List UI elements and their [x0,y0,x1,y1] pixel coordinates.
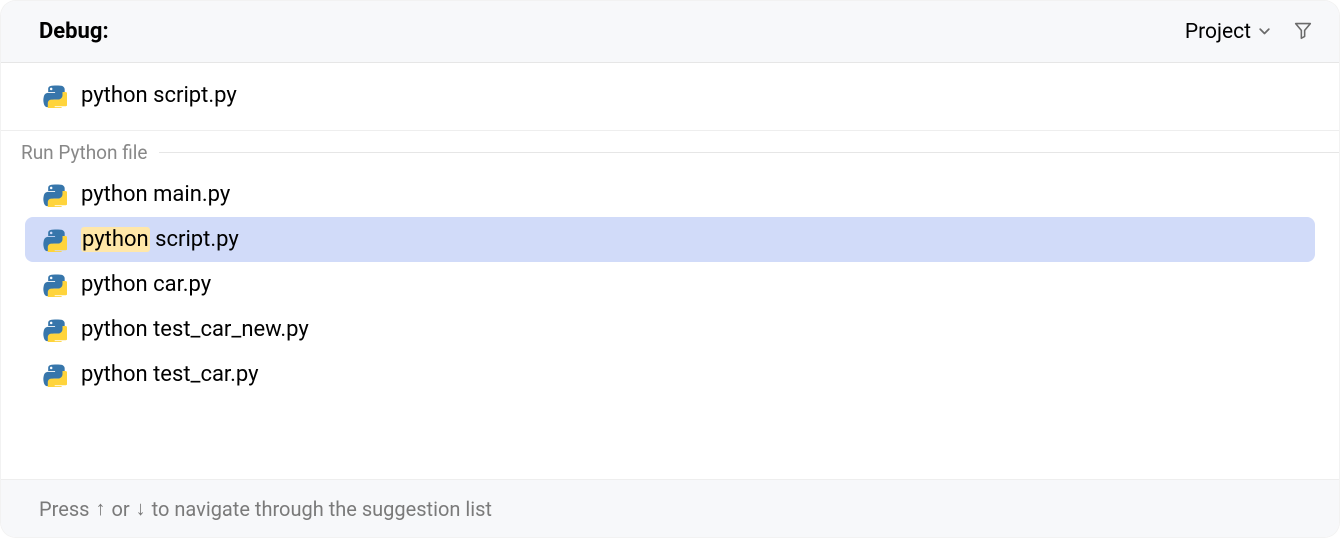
python-icon [43,273,67,297]
search-input-value: python script.py [81,83,237,108]
chevron-down-icon [1257,25,1271,39]
filter-icon [1292,19,1314,45]
python-icon [43,318,67,342]
section-header-divider [159,152,1339,153]
section-header-label: Run Python file [21,141,147,164]
suggestion-item[interactable]: python test_car.py [25,352,1315,397]
filter-button[interactable] [1291,20,1315,44]
suggestion-item[interactable]: python script.py [25,217,1315,262]
footer-text-press: Press [39,497,89,521]
python-icon [43,183,67,207]
section-header: Run Python file [1,131,1339,172]
python-icon [43,363,67,387]
footer-text-or: or [111,497,129,521]
footer-text-rest: to navigate through the suggestion list [152,497,492,521]
suggestion-label: python script.py [81,227,239,252]
footer-hint: Press ↑ or ↓ to navigate through the sug… [1,479,1339,537]
python-icon [43,228,67,252]
scope-selector[interactable]: Project [1185,20,1271,44]
scope-label: Project [1185,20,1251,44]
suggestion-list: python main.py python script.py python car… [25,172,1315,397]
popup-title: Debug: [39,19,109,44]
match-highlight: python [81,227,150,252]
suggestion-label: python test_car_new.py [81,317,309,342]
search-input-row[interactable]: python script.py [1,63,1339,131]
python-icon [43,84,67,108]
suggestion-item[interactable]: python car.py [25,262,1315,307]
suggestion-item[interactable]: python test_car_new.py [25,307,1315,352]
suggestion-label: python car.py [81,272,211,297]
up-arrow-icon: ↑ [95,496,105,521]
suggestion-label: python main.py [81,182,230,207]
suggestion-item[interactable]: python main.py [25,172,1315,217]
suggestion-label: python test_car.py [81,362,259,387]
down-arrow-icon: ↓ [136,496,146,521]
header-actions: Project [1185,20,1315,44]
debug-popup: Debug: Project python script.py Run Pyth… [0,0,1340,538]
popup-header: Debug: Project [1,1,1339,63]
